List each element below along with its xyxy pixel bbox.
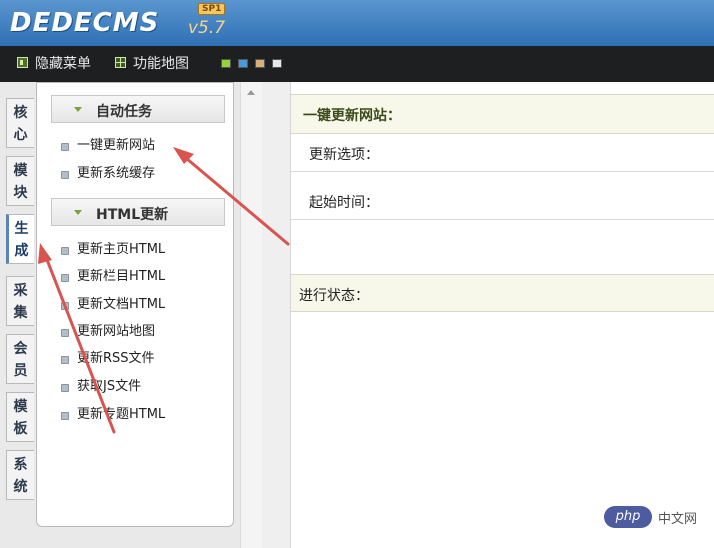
menu-scrollbar[interactable] <box>240 82 262 548</box>
bullet-icon <box>61 274 69 282</box>
php-logo-badge: php <box>604 506 652 528</box>
menu-item-label: 更新文档HTML <box>77 297 166 312</box>
theme-swatch-tan[interactable] <box>255 59 265 68</box>
menu-item-label: 获取JS文件 <box>77 379 142 394</box>
collapse-triangle-icon <box>74 210 82 215</box>
menu-item-label: 更新网站地图 <box>77 324 156 339</box>
bullet-icon <box>61 384 69 392</box>
bullet-icon <box>61 171 69 179</box>
hide-menu-button[interactable]: 隐藏菜单 <box>35 56 91 72</box>
logo-version: v5.7 <box>188 18 226 38</box>
main-title-bar: 一键更新网站： <box>291 94 714 134</box>
menu-section-html-update[interactable]: HTML更新 <box>51 198 225 226</box>
page-title: 一键更新网站： <box>303 108 401 124</box>
menu-section-title: 自动任务 <box>96 104 152 120</box>
side-tab-module-label: 模块 <box>13 163 28 201</box>
scroll-up-arrow-icon[interactable] <box>247 90 255 95</box>
status-label: 进行状态： <box>299 288 369 304</box>
collapse-triangle-icon <box>74 107 82 112</box>
side-tab-module[interactable]: 模块 <box>6 156 34 206</box>
frame-gutter <box>262 82 290 548</box>
status-bar: 进行状态： <box>291 274 714 312</box>
menu-section-auto-task[interactable]: 自动任务 <box>51 95 225 123</box>
bullet-icon <box>61 412 69 420</box>
menu-item-label: 更新RSS文件 <box>77 351 155 366</box>
bullet-icon <box>61 143 69 151</box>
side-tab-system-label: 系统 <box>13 457 28 495</box>
side-tab-core-label: 核心 <box>13 105 28 143</box>
logo-sp-badge: SP1 <box>198 3 226 15</box>
top-toolbar: 隐藏菜单 功能地图 <box>0 46 714 82</box>
start-time-label: 起始时间： <box>309 195 379 211</box>
menu-item-label: 更新专题HTML <box>77 407 166 422</box>
sitemap-button[interactable]: 功能地图 <box>133 56 189 72</box>
side-tab-generate[interactable]: 生成 <box>6 214 34 264</box>
menu-panel: 自动任务 一键更新网站 更新系统缓存 HTML更新 更新主页HTML 更新栏目H… <box>36 82 234 527</box>
side-tab-member[interactable]: 会员 <box>6 334 34 384</box>
side-tab-core[interactable]: 核心 <box>6 98 34 148</box>
update-options-label: 更新选项： <box>309 147 379 163</box>
side-tab-generate-label: 生成 <box>14 221 29 259</box>
menu-item-label: 一键更新网站 <box>77 138 156 153</box>
dedecms-logo: DEDECMS <box>10 8 160 38</box>
side-tab-system[interactable]: 系统 <box>6 450 34 500</box>
side-tab-template-label: 模板 <box>13 399 28 437</box>
hide-menu-icon[interactable] <box>17 57 28 68</box>
app-header: DEDECMS v5.7 SP1 <box>0 0 714 46</box>
form-row-start-time: 起始时间： <box>291 182 714 220</box>
menu-section-title: HTML更新 <box>96 207 169 223</box>
theme-swatch-green[interactable] <box>221 59 231 68</box>
theme-swatch-blue[interactable] <box>238 59 248 68</box>
bullet-icon <box>61 329 69 337</box>
sitemap-grid-icon[interactable] <box>115 57 126 68</box>
menu-item-label: 更新系统缓存 <box>77 166 156 181</box>
bullet-icon <box>61 247 69 255</box>
form-row-update-options: 更新选项： <box>291 134 714 172</box>
side-tab-member-label: 会员 <box>13 341 28 379</box>
left-nav-area: 核心 模块 生成 采集 会员 模板 系统 自动任务 一键更新网站 更新系统缓存 … <box>0 82 246 548</box>
side-tab-collect[interactable]: 采集 <box>6 276 34 326</box>
side-tab-collect-label: 采集 <box>13 283 28 321</box>
bullet-icon <box>61 302 69 310</box>
theme-swatch-white[interactable] <box>272 59 282 68</box>
main-content: 一键更新网站： 更新选项： 起始时间： 进行状态： <box>290 82 714 548</box>
menu-item-label: 更新主页HTML <box>77 242 166 257</box>
side-tab-template[interactable]: 模板 <box>6 392 34 442</box>
bullet-icon <box>61 356 69 364</box>
watermark-text: 中文网 <box>658 512 698 527</box>
menu-item-label: 更新栏目HTML <box>77 269 166 284</box>
